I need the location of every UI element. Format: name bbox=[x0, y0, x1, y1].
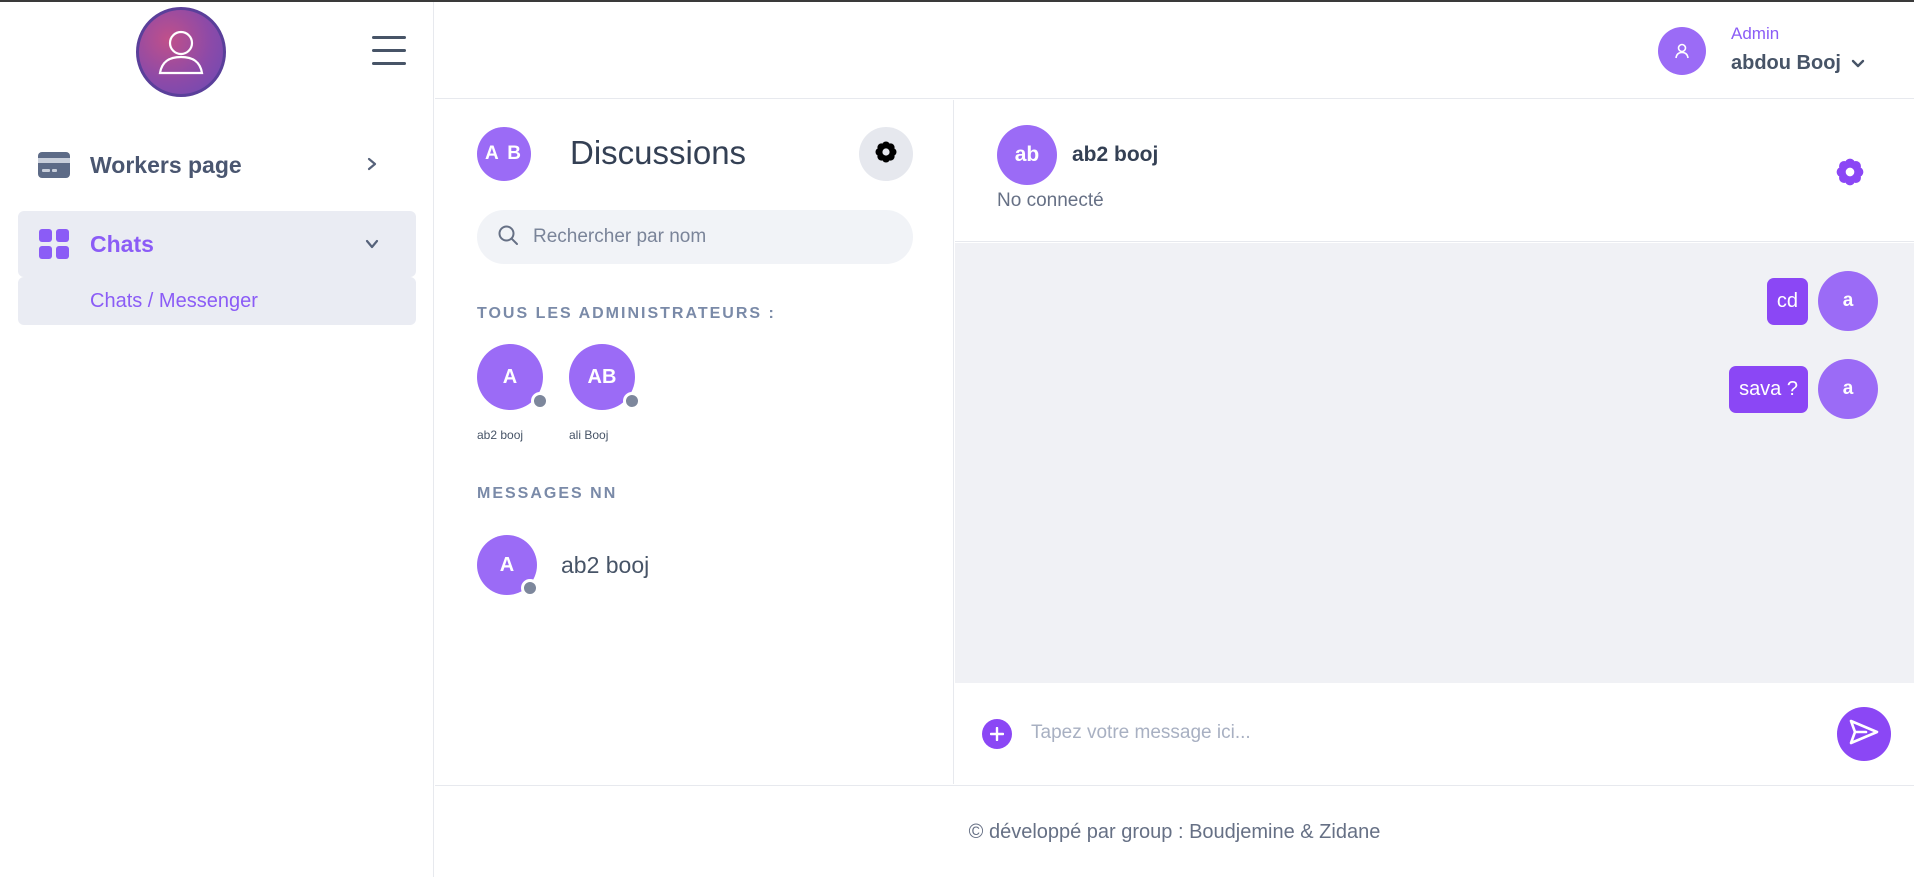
avatar-initials: A bbox=[502, 365, 518, 388]
message-list: cd a sava ? a bbox=[955, 243, 1914, 683]
message-input[interactable] bbox=[1031, 713, 1811, 753]
gear-icon[interactable] bbox=[1836, 158, 1864, 191]
chevron-down-icon bbox=[362, 234, 382, 255]
message-item: sava ? a bbox=[1729, 359, 1878, 419]
sidebar: Workers page Chats Chats / Messenger bbox=[0, 2, 434, 877]
discussions-panel: A B Discussions TOUS LES ADMINISTRATEURS bbox=[435, 100, 954, 784]
sidebar-item-chats[interactable]: Chats bbox=[18, 211, 416, 277]
sidebar-item-label: Chats bbox=[90, 230, 154, 257]
avatar: a bbox=[1818, 271, 1878, 331]
user-role: Admin bbox=[1731, 24, 1780, 43]
send-icon bbox=[1848, 718, 1880, 751]
admin-item[interactable]: AB ali Booj bbox=[569, 344, 641, 442]
contact-avatar[interactable]: ab bbox=[997, 125, 1057, 185]
avatar-initials: A bbox=[499, 553, 515, 576]
user-menu[interactable]: abdou Booj bbox=[1731, 52, 1865, 75]
message-item: cd a bbox=[1766, 271, 1878, 331]
search-input[interactable] bbox=[533, 226, 893, 248]
discussions-settings-button[interactable] bbox=[859, 127, 913, 181]
chevron-right-icon bbox=[362, 155, 382, 176]
menu-toggle-icon[interactable] bbox=[372, 36, 408, 66]
grid-icon bbox=[36, 226, 72, 262]
status-dot bbox=[531, 392, 549, 410]
gear-icon bbox=[875, 141, 897, 168]
admin-name: ali Booj bbox=[569, 428, 609, 442]
profile-avatar-icon[interactable] bbox=[136, 7, 226, 97]
sidebar-subitem-chats-messenger[interactable]: Chats / Messenger bbox=[18, 277, 416, 325]
my-avatar[interactable]: A B bbox=[477, 127, 531, 181]
contact-name: ab2 booj bbox=[1072, 143, 1159, 166]
avatar: a bbox=[1818, 359, 1878, 419]
user-avatar-icon[interactable] bbox=[1658, 27, 1706, 75]
avatar: A bbox=[477, 535, 539, 597]
chat-header: ab ab2 booj No connecté bbox=[955, 100, 1914, 242]
message-composer bbox=[955, 683, 1914, 784]
user-name: abdou Booj bbox=[1731, 52, 1841, 74]
plus-icon[interactable] bbox=[982, 719, 1012, 749]
sidebar-item-label: Workers page bbox=[90, 151, 242, 178]
sidebar-item-workers[interactable]: Workers page bbox=[18, 132, 416, 198]
status-dot bbox=[623, 392, 641, 410]
chevron-down-icon bbox=[1851, 52, 1865, 75]
search-box bbox=[477, 210, 913, 264]
avatar: AB bbox=[569, 344, 641, 410]
admin-name: ab2 booj bbox=[477, 428, 524, 442]
message-bubble: cd bbox=[1766, 277, 1808, 325]
credit-card-icon bbox=[36, 147, 72, 183]
messages-section-label: MESSAGES NN bbox=[477, 485, 618, 502]
top-header: Admin abdou Booj bbox=[435, 2, 1914, 99]
message-bubble: sava ? bbox=[1729, 365, 1808, 413]
sidebar-subitem-label: Chats / Messenger bbox=[90, 289, 258, 312]
chat-panel: ab ab2 booj No connecté cd a sava ? a bbox=[955, 100, 1914, 784]
contact-status: No connecté bbox=[997, 190, 1104, 211]
conversation-name: ab2 booj bbox=[561, 551, 650, 578]
footer-credits: © développé par group : Boudjemine & Zid… bbox=[968, 821, 1381, 843]
conversation-item[interactable]: A ab2 booj bbox=[477, 535, 650, 597]
status-dot bbox=[521, 579, 539, 597]
admin-item[interactable]: A ab2 booj bbox=[477, 344, 549, 442]
search-icon bbox=[497, 224, 519, 251]
avatar-initials: AB bbox=[587, 365, 617, 388]
send-button[interactable] bbox=[1837, 707, 1891, 761]
admins-section-label: TOUS LES ADMINISTRATEURS : bbox=[477, 305, 776, 322]
avatar: A bbox=[477, 344, 549, 410]
discussions-title: Discussions bbox=[570, 134, 747, 171]
footer: © développé par group : Boudjemine & Zid… bbox=[435, 785, 1914, 877]
